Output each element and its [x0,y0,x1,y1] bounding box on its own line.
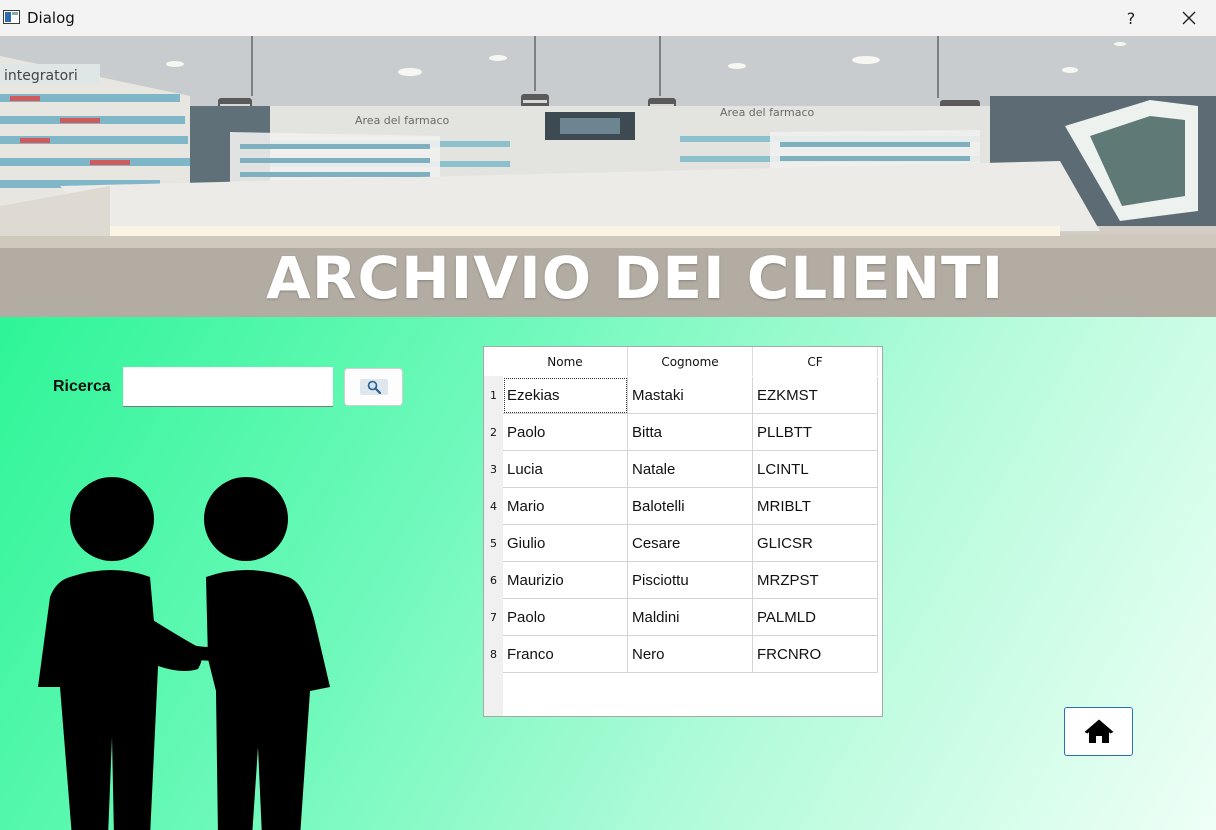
app-icon [3,10,20,24]
home-icon [1084,719,1113,743]
cell-nome[interactable]: Mario [503,488,628,525]
column-header-cognome[interactable]: Cognome [628,347,753,376]
row-number[interactable]: 7 [484,599,503,636]
row-number[interactable]: 3 [484,451,503,488]
clients-table: Nome Cognome CF 1 Ezekias Mastaki EZKMST… [483,346,883,717]
cell-cognome[interactable]: Nero [628,636,753,673]
main-panel: Ricerca Nome Cognome CF 1 Ezekias Mastak… [0,317,1216,830]
cell-cognome[interactable]: Balotelli [628,488,753,525]
help-button[interactable]: ? [1112,0,1150,36]
cell-cognome[interactable]: Pisciottu [628,562,753,599]
row-number[interactable]: 4 [484,488,503,525]
search-icon [367,380,381,395]
cell-cf[interactable]: MRZPST [753,562,878,599]
row-number[interactable]: 6 [484,562,503,599]
cell-nome[interactable]: Paolo [503,599,628,636]
cell-nome[interactable]: Lucia [503,451,628,488]
svg-text:Area del farmaco: Area del farmaco [720,106,815,119]
svg-text:Area del farmaco: Area del farmaco [355,114,450,127]
home-button[interactable] [1064,707,1133,756]
cell-nome[interactable]: Maurizio [503,562,628,599]
title-bar: Dialog ? [0,0,1216,36]
cell-cognome[interactable]: Bitta [628,414,753,451]
cell-nome[interactable]: Franco [503,636,628,673]
cell-nome[interactable]: Paolo [503,414,628,451]
cell-cf[interactable]: EZKMST [753,377,878,414]
handshake-people-icon [38,477,330,830]
column-header-cf[interactable]: CF [753,347,878,376]
search-label: Ricerca [53,378,111,395]
column-header-nome[interactable]: Nome [503,347,628,376]
cell-cognome[interactable]: Mastaki [628,377,753,414]
cell-cognome[interactable]: Natale [628,451,753,488]
cell-cf[interactable]: PALMLD [753,599,878,636]
table-corner [484,347,503,376]
row-number[interactable]: 8 [484,636,503,673]
row-number[interactable]: 5 [484,525,503,562]
cell-cognome[interactable]: Cesare [628,525,753,562]
cell-cognome[interactable]: Maldini [628,599,753,636]
svg-text:integratori: integratori [4,68,78,84]
cell-nome[interactable]: Ezekias [503,377,628,414]
cell-cf[interactable]: PLLBTT [753,414,878,451]
cell-cf[interactable]: LCINTL [753,451,878,488]
page-title: ARCHIVIO DEI CLIENTI [266,244,1005,312]
cell-cf[interactable]: GLICSR [753,525,878,562]
row-number[interactable]: 2 [484,414,503,451]
cell-nome[interactable]: Giulio [503,525,628,562]
search-button[interactable] [344,368,403,406]
row-number[interactable]: 1 [484,377,503,414]
close-icon [1182,11,1196,25]
cell-cf[interactable]: FRCNRO [753,636,878,673]
window-title: Dialog [27,9,75,27]
cell-cf[interactable]: MRIBLT [753,488,878,525]
banner: integratori Area del farmaco Area del fa… [0,36,1216,317]
search-input[interactable] [123,367,333,407]
close-button[interactable] [1166,0,1212,36]
